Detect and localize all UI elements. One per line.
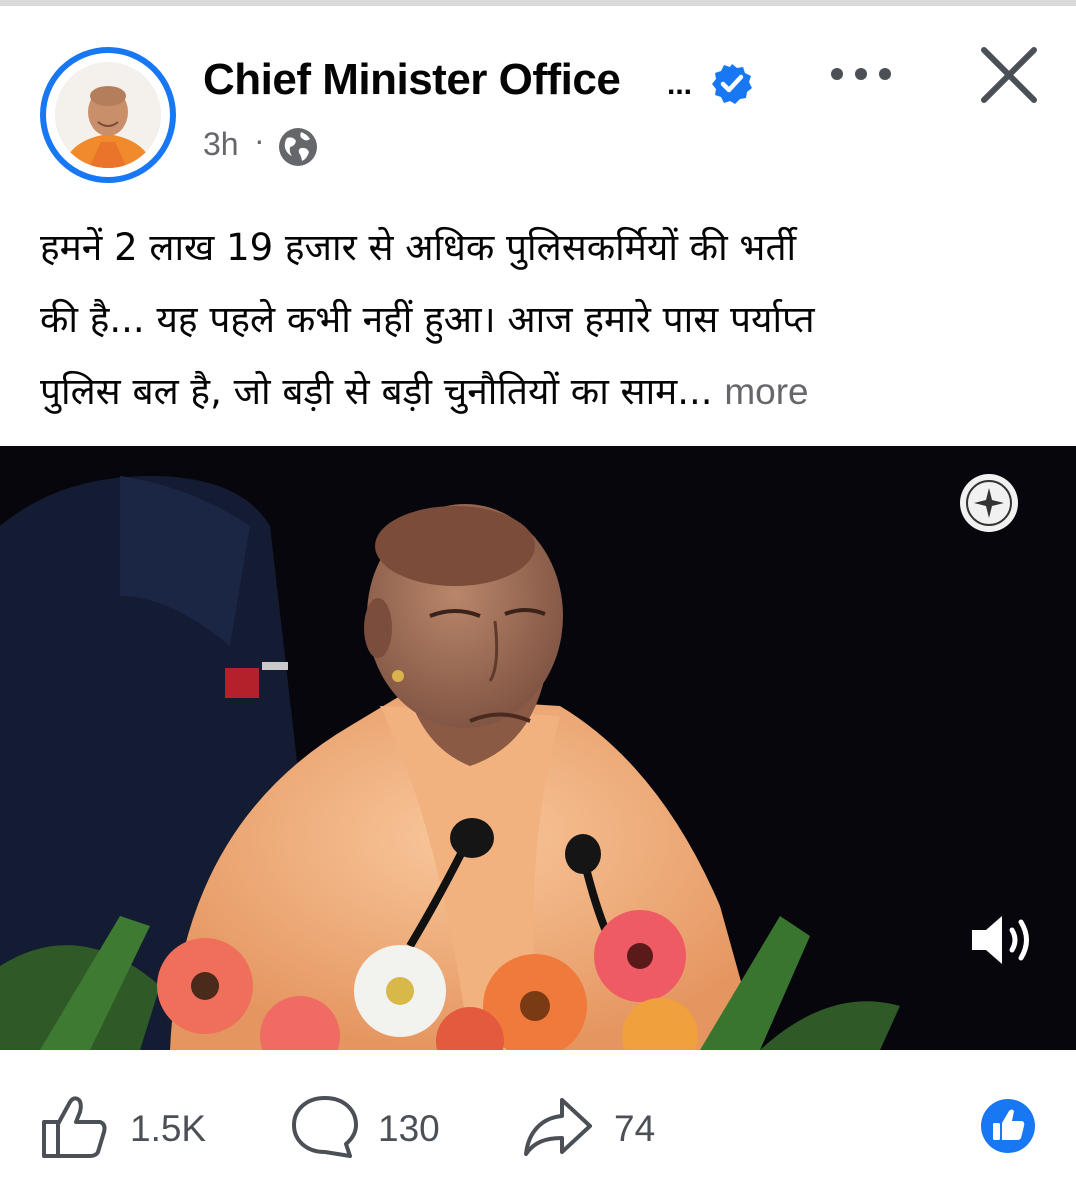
comment-icon	[292, 1096, 358, 1158]
comment-count: 130	[378, 1108, 440, 1149]
govt-emblem-icon	[960, 474, 1018, 532]
like-icon	[42, 1096, 107, 1158]
top-divider	[0, 0, 1076, 6]
comment-button[interactable]: 130	[290, 1094, 460, 1164]
post-text-line-1: हमनें 2 लाख 19 हजार से अधिक पुलिसकर्मियो…	[40, 226, 797, 269]
post-time[interactable]: 3h	[203, 126, 239, 163]
page-name-ellipsis: ...	[667, 68, 693, 101]
more-options-icon[interactable]	[825, 56, 897, 92]
avatar-photo	[55, 62, 161, 168]
page-name[interactable]: Chief Minister Office	[203, 55, 621, 105]
share-count: 74	[614, 1108, 656, 1149]
like-button[interactable]: 1.5K	[40, 1094, 240, 1164]
close-icon[interactable]	[976, 42, 1042, 108]
verified-badge-icon	[712, 64, 752, 104]
sound-on-icon[interactable]	[966, 908, 1038, 972]
share-icon	[524, 1098, 592, 1156]
video-frame	[0, 446, 1076, 1050]
video-player[interactable]	[0, 446, 1076, 1050]
post-text: हमनें 2 लाख 19 हजार से अधिक पुलिसकर्मियो…	[40, 212, 1030, 428]
like-reaction-icon[interactable]	[980, 1098, 1036, 1154]
like-count: 1.5K	[130, 1108, 207, 1149]
globe-icon	[279, 128, 317, 166]
page-avatar[interactable]	[40, 47, 176, 183]
meta-separator: ·	[254, 122, 265, 158]
see-more-link[interactable]: more	[724, 371, 808, 412]
post-text-line-2: की है... यह पहले कभी नहीं हुआ। आज हमारे …	[40, 298, 815, 341]
share-button[interactable]: 74	[522, 1094, 682, 1164]
post-text-line-3: पुलिस बल है, जो बड़ी से बड़ी चुनौतियों क…	[40, 370, 713, 413]
